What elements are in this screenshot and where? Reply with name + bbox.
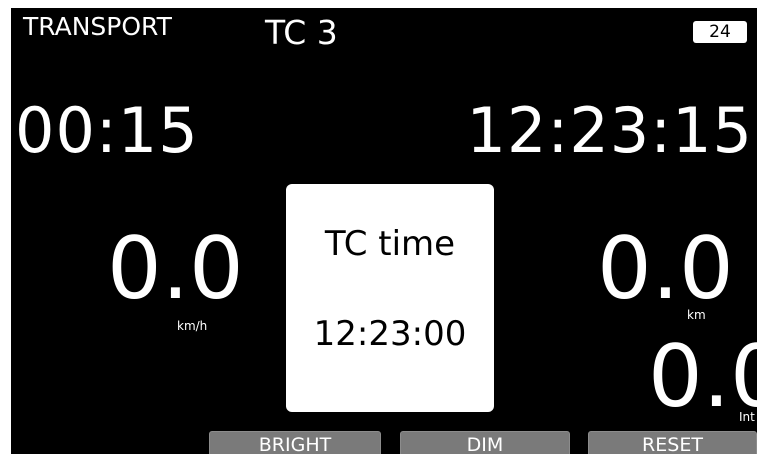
distance-value: 0.0 <box>597 219 734 319</box>
tc-time-value: 12:23:00 <box>313 314 467 354</box>
display-screen: TRANSPORT TC 3 24 00:15 12:23:15 0.0 km/… <box>11 8 757 454</box>
mode-label: TRANSPORT <box>23 12 172 41</box>
counter-badge: 24 <box>693 21 747 43</box>
speed-value: 0.0 <box>107 219 244 319</box>
elapsed-time: 00:15 <box>15 94 199 167</box>
distance-unit: km <box>687 308 706 322</box>
tc-label: TC 3 <box>265 13 338 52</box>
bright-button[interactable]: BRIGHT <box>209 431 381 454</box>
tc-time-title: TC time <box>324 224 456 264</box>
speed-unit: km/h <box>177 319 208 333</box>
interval-unit: Int <box>739 410 755 424</box>
interval-value: 0.0 <box>648 327 757 427</box>
tc-time-panel: TC time 12:23:00 <box>286 184 494 412</box>
clock-time: 12:23:15 <box>466 94 753 167</box>
reset-button[interactable]: RESET <box>588 431 757 454</box>
dim-button[interactable]: DIM <box>400 431 570 454</box>
